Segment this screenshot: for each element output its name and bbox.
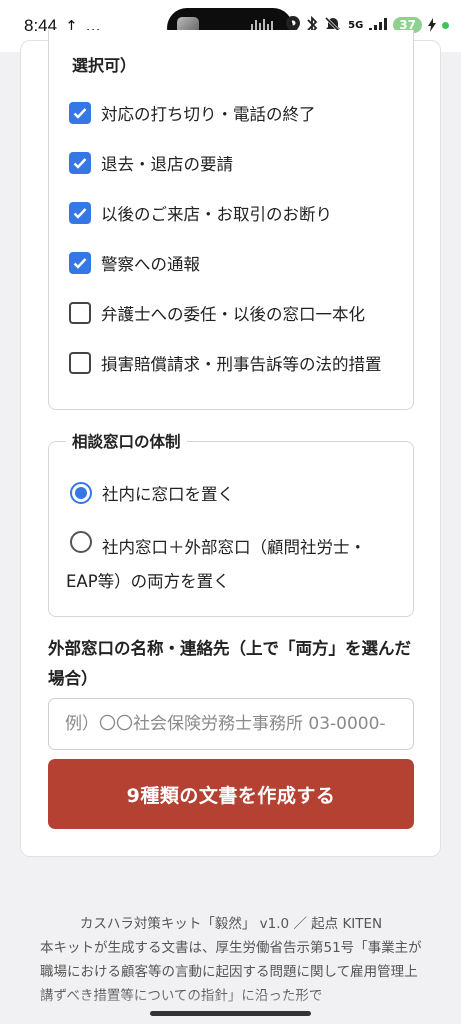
radio-internal[interactable]: 社内に窓口を置く [70,481,234,505]
option-police[interactable]: 警察への通報 [69,251,200,275]
external-contact-input[interactable] [48,698,414,750]
network-type: 5G [348,19,364,31]
external-contact-label: 外部窓口の名称・連絡先（上で「両方」を選んだ場合） [48,639,411,688]
checkbox-checked-icon[interactable] [69,252,91,274]
radio-selected-icon[interactable] [70,482,92,504]
radio-both-label[interactable]: 社内窓口＋外部窓口（顧問社労士・ EAP等）の両方を置く [66,531,396,599]
checkbox-checked-icon[interactable] [69,102,91,124]
option-end-call[interactable]: 対応の打ち切り・電話の終了 [69,101,316,125]
option-label: 対応の打ち切り・電話の終了 [101,105,316,124]
radio-label: 社内に窓口を置く [102,485,234,504]
consultation-legend: 相談窓口の体制 [66,430,187,452]
option-refuse-future[interactable]: 以後のご来店・お取引のお断り [69,201,332,225]
option-label: 損害賠償請求・刑事告訴等の法的措置 [101,355,382,374]
option-label: 弁護士への委任・以後の窓口一本化 [101,305,365,324]
option-label: 警察への通報 [101,255,200,274]
option-label: 退去・退店の要請 [101,155,233,174]
checkbox-checked-icon[interactable] [69,202,91,224]
option-legal-action[interactable]: 損害賠償請求・刑事告訴等の法的措置 [69,351,382,375]
checkbox-unchecked-icon[interactable] [69,302,91,324]
footer-title: カスハラ対策キット「毅然」 v1.0 ／ 起点 KITEN [79,916,383,932]
scroll-fade [0,990,461,1024]
generate-documents-button[interactable]: 9種類の文書を作成する [48,759,414,829]
checkbox-unchecked-icon[interactable] [69,352,91,374]
checkbox-checked-icon[interactable] [69,152,91,174]
option-lawyer[interactable]: 弁護士への委任・以後の窓口一本化 [69,301,365,325]
option-label: 以後のご来店・お取引のお断り [101,205,332,224]
charging-icon [428,18,436,32]
home-indicator[interactable] [150,1011,311,1016]
privacy-indicator [442,21,449,29]
countermeasure-legend: 選択可） [72,52,137,76]
option-request-leave[interactable]: 退去・退店の要請 [69,151,233,175]
